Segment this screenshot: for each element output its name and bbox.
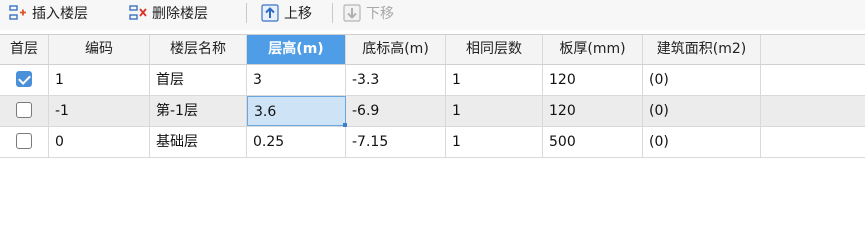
first-floor-checkbox[interactable]: [16, 102, 32, 118]
toolbar-divider: [332, 3, 333, 23]
code-cell[interactable]: -1: [49, 96, 150, 126]
code-cell[interactable]: 1: [49, 65, 150, 95]
first-floor-cell: [0, 127, 49, 157]
floor-table: 首层 编码 楼层名称 层高(m) 底标高(m) 相同层数 板厚(mm) 建筑面积…: [0, 34, 865, 158]
floor-name-cell[interactable]: 首层: [150, 65, 247, 95]
same-floor-count-cell[interactable]: 1: [446, 127, 543, 157]
floor-height-cell[interactable]: 0.25: [247, 127, 346, 157]
column-header-same-floor-count[interactable]: 相同层数: [446, 35, 543, 64]
table-row[interactable]: -1 第-1层 3.6 -6.9 1 120 (0): [0, 96, 865, 127]
insert-rows-icon: [9, 5, 26, 20]
insert-floor-button[interactable]: 插入楼层: [8, 0, 88, 26]
delete-floor-button[interactable]: 删除楼层: [128, 0, 208, 26]
first-floor-checkbox[interactable]: [16, 133, 32, 149]
arrow-up-icon: [261, 4, 279, 22]
code-cell[interactable]: 0: [49, 127, 150, 157]
floor-height-cell[interactable]: 3: [247, 65, 346, 95]
column-header-code[interactable]: 编码: [49, 35, 150, 64]
bottom-elevation-cell[interactable]: -6.9: [346, 96, 446, 126]
move-down-label: 下移: [366, 6, 394, 22]
first-floor-cell: [0, 96, 49, 126]
bottom-elevation-cell[interactable]: -3.3: [346, 65, 446, 95]
move-up-button[interactable]: 上移: [260, 0, 312, 26]
same-floor-count-cell[interactable]: 1: [446, 65, 543, 95]
delete-floor-label: 删除楼层: [152, 6, 208, 22]
delete-rows-icon: [129, 5, 147, 20]
building-area-cell: (0): [643, 65, 761, 95]
floor-name-cell[interactable]: 基础层: [150, 127, 247, 157]
building-area-cell: (0): [643, 96, 761, 126]
slab-thickness-cell[interactable]: 500: [543, 127, 643, 157]
slab-thickness-cell[interactable]: 120: [543, 65, 643, 95]
column-header-slab-thickness[interactable]: 板厚(mm): [543, 35, 643, 64]
table-row[interactable]: 0 基础层 0.25 -7.15 1 500 (0): [0, 127, 865, 158]
insert-floor-label: 插入楼层: [32, 6, 88, 22]
bottom-elevation-cell[interactable]: -7.15: [346, 127, 446, 157]
column-header-bottom-elevation[interactable]: 底标高(m): [346, 35, 446, 64]
toolbar-divider: [246, 3, 247, 23]
building-area-cell: (0): [643, 127, 761, 157]
floor-height-edit-cell[interactable]: 3.6: [247, 96, 346, 126]
same-floor-count-cell[interactable]: 1: [446, 96, 543, 126]
move-up-label: 上移: [284, 6, 312, 22]
arrow-down-icon: [343, 4, 361, 22]
table-row[interactable]: 1 首层 3 -3.3 1 120 (0): [0, 65, 865, 96]
first-floor-checkbox[interactable]: [16, 71, 32, 87]
slab-thickness-cell[interactable]: 120: [543, 96, 643, 126]
column-header-building-area[interactable]: 建筑面积(m2): [643, 35, 761, 64]
table-header: 首层 编码 楼层名称 层高(m) 底标高(m) 相同层数 板厚(mm) 建筑面积…: [0, 35, 865, 65]
column-header-floor-name[interactable]: 楼层名称: [150, 35, 247, 64]
column-header-first-floor[interactable]: 首层: [0, 35, 49, 64]
move-down-button[interactable]: 下移: [342, 0, 394, 26]
toolbar: 插入楼层 删除楼层 上移 下移: [0, 0, 865, 30]
first-floor-cell: [0, 65, 49, 95]
column-header-floor-height[interactable]: 层高(m): [247, 35, 346, 64]
floor-name-cell[interactable]: 第-1层: [150, 96, 247, 126]
